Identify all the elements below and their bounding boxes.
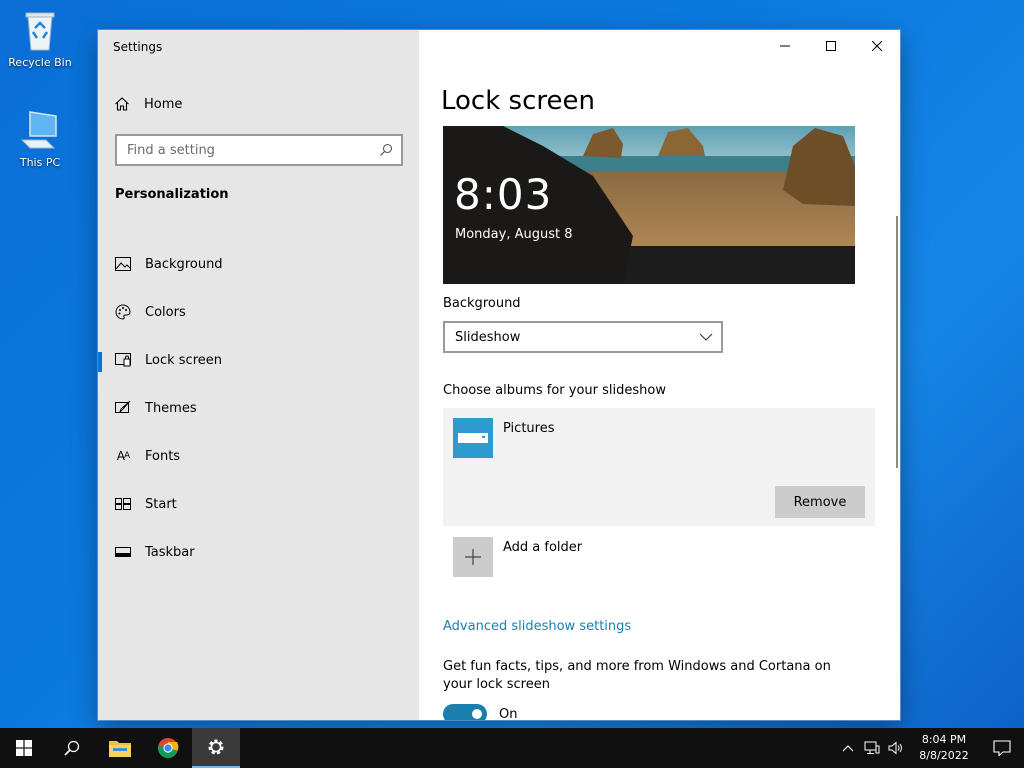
search-placeholder: Find a setting: [127, 142, 215, 158]
chrome-icon: [157, 738, 179, 759]
sidebar-item-lock-screen[interactable]: Lock screen: [98, 336, 419, 384]
settings-taskbar-button[interactable]: [192, 728, 240, 768]
search-icon[interactable]: [379, 143, 393, 157]
recycle-bin-label: Recycle Bin: [8, 56, 72, 69]
album-pictures-item[interactable]: Pictures Remove: [443, 408, 875, 526]
folder-icon: [109, 741, 131, 757]
home-icon: [115, 97, 129, 111]
recycle-bin-desktop-icon[interactable]: Recycle Bin: [0, 6, 80, 69]
brush-icon: [115, 400, 131, 416]
window-title: Settings: [113, 40, 163, 54]
plus-icon: [453, 537, 493, 577]
preview-time: 8:03: [454, 170, 553, 219]
sidebar-item-colors[interactable]: Colors: [98, 288, 419, 336]
sidebar-item-themes[interactable]: Themes: [98, 384, 419, 432]
settings-content: Lock screen 8:03 Monday, August 8 Backgr…: [419, 30, 900, 720]
album-name: Pictures: [503, 421, 555, 436]
network-button[interactable]: [860, 728, 884, 768]
minimize-icon: [780, 45, 790, 47]
personalization-nav-list: Background Colors Lock screen Themes A A…: [98, 240, 419, 576]
fun-facts-toggle-row: On: [443, 704, 517, 720]
page-title: Lock screen: [441, 86, 595, 116]
add-folder-button[interactable]: Add a folder: [443, 537, 743, 577]
toggle-state-label: On: [499, 706, 518, 721]
font-glyph: A: [116, 449, 125, 463]
sidebar-item-label: Start: [145, 496, 177, 512]
clock-time: 8:04 PM: [921, 733, 967, 746]
maximize-button[interactable]: [808, 30, 854, 62]
section-title-personalization: Personalization: [115, 187, 229, 202]
image-icon: [115, 256, 131, 272]
taskbar-clock[interactable]: 8:04 PM 8/8/2022: [912, 732, 976, 764]
system-tray: 8:04 PM 8/8/2022: [836, 728, 1024, 768]
volume-button[interactable]: [884, 728, 908, 768]
folder-icon: [453, 418, 493, 458]
maximize-icon: [826, 41, 836, 51]
font-glyph-small: A: [124, 451, 130, 461]
background-dropdown-value: Slideshow: [455, 329, 521, 345]
lock-screen-preview: 8:03 Monday, August 8: [443, 126, 855, 284]
minimize-button[interactable]: [762, 30, 808, 62]
lock-screen-icon: [115, 352, 131, 368]
sidebar-item-taskbar[interactable]: Taskbar: [98, 528, 419, 576]
home-label: Home: [144, 96, 183, 112]
chrome-button[interactable]: [144, 728, 192, 768]
close-icon: [872, 41, 882, 51]
show-hidden-icons-button[interactable]: [836, 728, 860, 768]
content-scrollbar[interactable]: [896, 216, 898, 468]
sidebar-item-start[interactable]: Start: [98, 480, 419, 528]
windows-logo-icon: [16, 740, 32, 756]
action-center-button[interactable]: [980, 728, 1024, 768]
font-icon: AA: [115, 448, 131, 464]
start-layout-icon: [115, 496, 131, 512]
remove-album-button[interactable]: Remove: [775, 486, 865, 518]
sidebar-item-background[interactable]: Background: [98, 240, 419, 288]
taskbar-icon: [115, 544, 131, 560]
sidebar-item-label: Fonts: [145, 448, 181, 464]
sidebar-item-label: Colors: [145, 304, 186, 320]
sidebar-item-label: Taskbar: [145, 544, 195, 560]
home-nav-item[interactable]: Home: [114, 93, 182, 115]
this-pc-desktop-icon[interactable]: This PC: [0, 106, 80, 169]
find-setting-search-input[interactable]: Find a setting: [115, 134, 403, 166]
start-button[interactable]: [0, 728, 48, 768]
palette-icon: [115, 304, 131, 320]
sidebar-item-label: Background: [145, 256, 223, 272]
network-icon: [864, 741, 880, 754]
settings-sidebar: Settings Home Find a setting Personaliza…: [98, 30, 419, 720]
file-explorer-button[interactable]: [96, 728, 144, 768]
recycle-bin-icon: [25, 12, 55, 51]
this-pc-label: This PC: [19, 156, 61, 169]
sidebar-item-label: Themes: [145, 400, 197, 416]
albums-label: Choose albums for your slideshow: [443, 383, 666, 398]
chevron-down-icon: [699, 333, 713, 341]
background-dropdown[interactable]: Slideshow: [443, 321, 723, 353]
clock-date: 8/8/2022: [919, 749, 969, 762]
fun-facts-toggle[interactable]: [443, 704, 487, 720]
computer-icon: [20, 111, 57, 149]
notification-icon: [993, 740, 1011, 756]
add-folder-label: Add a folder: [503, 540, 583, 555]
settings-window: Settings Home Find a setting Personaliza…: [98, 30, 900, 720]
advanced-slideshow-settings-link[interactable]: Advanced slideshow settings: [443, 619, 631, 634]
taskbar-search-button[interactable]: [48, 728, 96, 768]
close-button[interactable]: [854, 30, 900, 62]
chevron-up-icon: [842, 745, 854, 752]
speaker-icon: [888, 741, 902, 755]
gear-icon: [208, 739, 224, 755]
background-label: Background: [443, 296, 521, 311]
preview-date: Monday, August 8: [455, 227, 573, 242]
window-caption-buttons: [762, 30, 900, 62]
sidebar-item-label: Lock screen: [145, 352, 222, 368]
search-icon: [64, 740, 80, 756]
sidebar-item-fonts[interactable]: AA Fonts: [98, 432, 419, 480]
fun-facts-description: Get fun facts, tips, and more from Windo…: [443, 659, 831, 692]
taskbar: 8:04 PM 8/8/2022: [0, 728, 1024, 768]
